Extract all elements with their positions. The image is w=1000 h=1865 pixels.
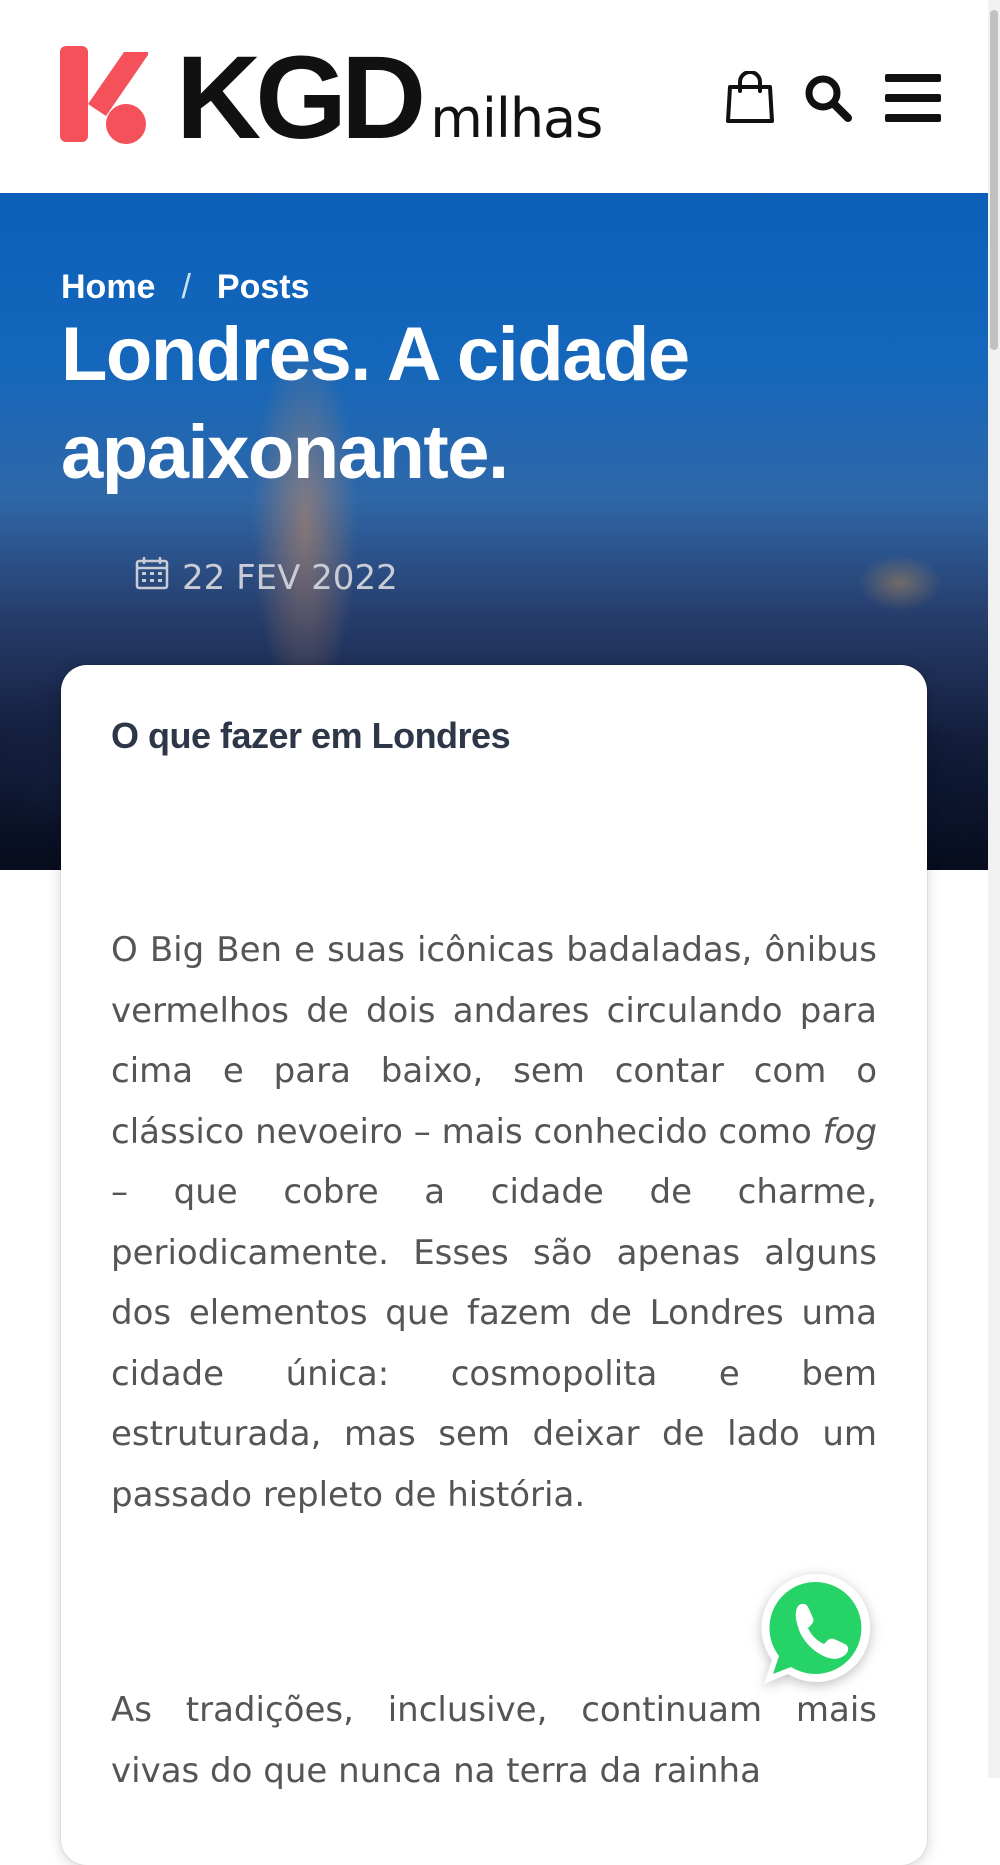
logo-subtext: milhas bbox=[430, 87, 603, 150]
breadcrumb-separator: / bbox=[181, 268, 191, 306]
site-header: KGD milhas bbox=[0, 0, 988, 193]
calendar-icon bbox=[134, 555, 182, 600]
breadcrumb: Home / Posts bbox=[61, 268, 310, 307]
scrollbar-thumb[interactable] bbox=[990, 10, 998, 350]
post-date-text: 22 FEV 2022 bbox=[182, 557, 398, 598]
hamburger-menu-icon[interactable] bbox=[885, 70, 941, 126]
section-heading: O que fazer em Londres bbox=[111, 715, 511, 756]
paragraph-text: O Big Ben e suas icônicas badaladas, ôni… bbox=[111, 930, 877, 1152]
search-icon[interactable] bbox=[802, 70, 854, 126]
page-title: Londres. A cidade apaixonante. bbox=[61, 312, 690, 495]
logo[interactable]: KGD milhas bbox=[60, 32, 603, 164]
article-paragraph: As tradições, inclusive, continuam mais … bbox=[111, 1690, 877, 1791]
post-date: 22 FEV 2022 bbox=[134, 555, 398, 600]
paragraph-text: – que cobre a cidade de charme, periodic… bbox=[111, 1172, 877, 1515]
logo-text: KGD bbox=[176, 32, 426, 164]
scrollbar[interactable] bbox=[988, 0, 1000, 1778]
logo-mark-icon bbox=[60, 46, 150, 146]
article-paragraph: O Big Ben e suas icônicas badaladas, ôni… bbox=[111, 920, 877, 1525]
breadcrumb-home-link[interactable]: Home bbox=[61, 268, 155, 307]
breadcrumb-posts-link[interactable]: Posts bbox=[217, 268, 310, 307]
shopping-bag-icon[interactable] bbox=[724, 70, 776, 126]
paragraph-emphasis: fog bbox=[822, 1111, 877, 1152]
whatsapp-icon[interactable] bbox=[754, 1568, 878, 1692]
